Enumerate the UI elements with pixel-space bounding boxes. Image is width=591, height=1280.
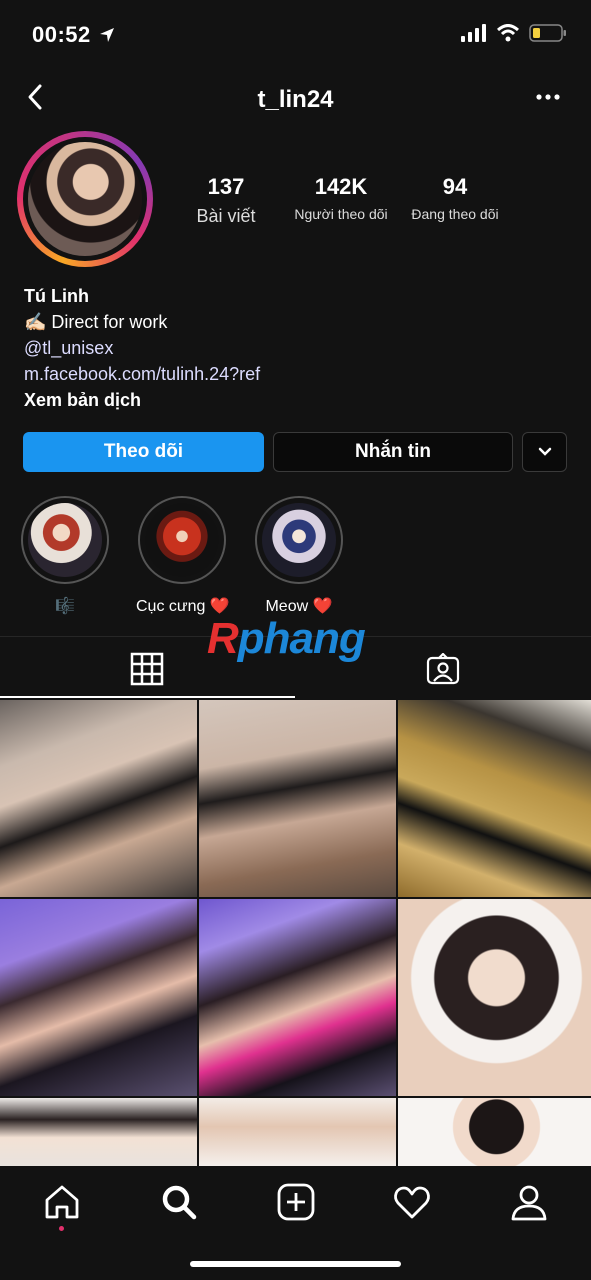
active-tab-indicator: [0, 696, 295, 698]
highlight-caption: 🎼: [55, 598, 75, 615]
wifi-icon: [497, 24, 519, 42]
heart-icon[interactable]: [392, 1182, 432, 1222]
highlight-caption: Meow ❤️: [265, 598, 333, 615]
grid-icon[interactable]: [130, 652, 164, 686]
posts-grid: [0, 700, 591, 1166]
post-thumbnail[interactable]: [398, 1098, 591, 1166]
post-thumbnail[interactable]: [0, 700, 197, 897]
highlight-image: [28, 503, 102, 577]
post-thumbnail[interactable]: [398, 700, 591, 897]
highlight-image: [145, 503, 219, 577]
posts-count-value: 137: [207, 174, 245, 199]
followers-count-label: Người theo dõi: [294, 206, 388, 222]
following-count-value: 94: [442, 174, 468, 199]
post-thumbnail[interactable]: [0, 899, 197, 1096]
see-translation-link[interactable]: Xem bản dịch: [24, 387, 260, 413]
watermark-r: R: [207, 614, 239, 663]
watermark: Rphang: [207, 614, 366, 664]
search-icon[interactable]: [159, 1182, 199, 1222]
profile-icon[interactable]: [509, 1182, 549, 1222]
location-arrow-icon: [100, 28, 115, 42]
highlight-item[interactable]: 🎼: [19, 496, 111, 616]
status-icons: [461, 24, 567, 42]
post-thumbnail[interactable]: [199, 1098, 396, 1166]
signal-icon: [461, 24, 486, 42]
posts-count[interactable]: 137 Bài viết: [161, 174, 291, 227]
following-count-label: Đang theo dõi: [411, 206, 499, 222]
home-notification-dot: [59, 1226, 64, 1231]
bio-line: ✍🏻 Direct for work: [24, 312, 168, 332]
display-name: Tú Linh: [24, 286, 89, 306]
highlight-item[interactable]: Cục cưng ❤️: [136, 496, 230, 616]
bio-handle-link[interactable]: @tl_unisex: [24, 335, 260, 361]
post-thumbnail[interactable]: [199, 700, 396, 897]
posts-count-label: Bài viết: [196, 206, 256, 226]
followers-count[interactable]: 142K Người theo dõi: [276, 174, 406, 222]
tagged-icon[interactable]: [426, 653, 460, 685]
message-button[interactable]: Nhắn tin: [273, 432, 513, 472]
followers-count-value: 142K: [314, 174, 368, 199]
post-thumbnail[interactable]: [0, 1098, 197, 1166]
follow-button[interactable]: Theo dõi: [23, 432, 264, 472]
suggested-dropdown-button[interactable]: [522, 432, 567, 472]
status-time-text: 00:52: [32, 22, 91, 47]
profile-username: t_lin24: [257, 86, 334, 113]
new-post-icon[interactable]: [276, 1182, 316, 1222]
avatar-image: [28, 142, 142, 256]
post-thumbnail[interactable]: [398, 899, 591, 1096]
highlight-item[interactable]: Meow ❤️: [253, 496, 345, 616]
highlight-image: [262, 503, 336, 577]
more-icon[interactable]: [535, 90, 561, 104]
chevron-down-icon: [538, 447, 551, 456]
home-indicator: [190, 1261, 401, 1267]
home-icon[interactable]: [42, 1182, 82, 1222]
post-thumbnail[interactable]: [199, 899, 396, 1096]
avatar[interactable]: [17, 131, 153, 267]
following-count[interactable]: 94 Đang theo dõi: [390, 174, 520, 222]
battery-icon: [529, 24, 566, 42]
watermark-text: phang: [237, 614, 366, 663]
bio: Tú Linh ✍🏻 Direct for work @tl_unisex m.…: [24, 283, 260, 413]
bio-website-link[interactable]: m.facebook.com/tulinh.24?ref: [24, 361, 260, 387]
status-time: 00:52: [32, 22, 115, 48]
highlight-caption: Cục cưng ❤️: [136, 598, 230, 615]
